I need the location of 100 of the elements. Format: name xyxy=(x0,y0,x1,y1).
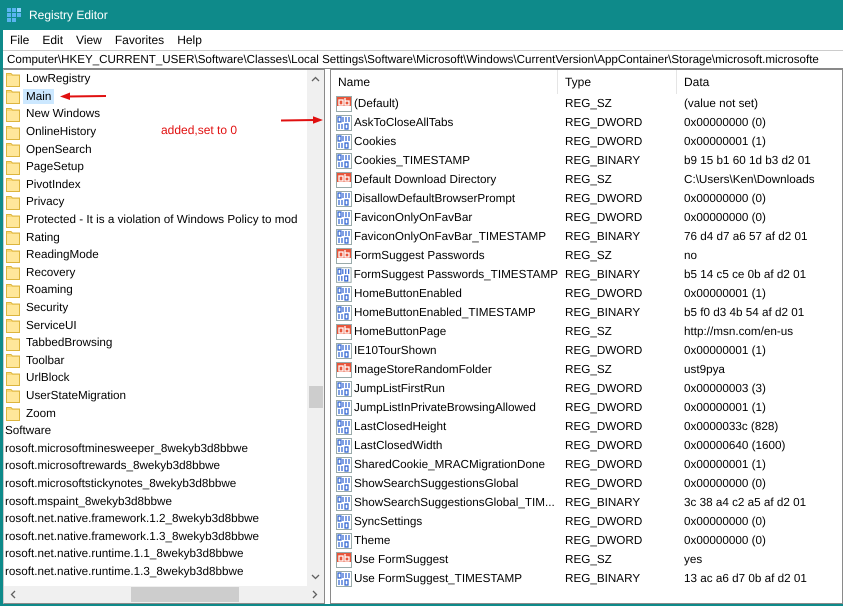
string-value-icon xyxy=(336,362,352,378)
value-name[interactable]: Default Download Directory xyxy=(354,173,496,186)
value-name[interactable]: HomeButtonEnabled xyxy=(354,287,462,300)
binary-value-icon xyxy=(336,266,352,282)
value-name[interactable]: Theme xyxy=(354,534,390,547)
tree-item[interactable]: rosoft.net.native.framework.1.3_8wekyb3d8bbwe xyxy=(4,528,262,544)
tree-item[interactable]: rosoft.net.native.runtime.1.1_8wekyb3d8bbwe xyxy=(4,546,246,562)
column-header[interactable]: Name xyxy=(331,70,558,94)
tree-item[interactable]: Software xyxy=(4,423,54,438)
scrollbar-thumb[interactable] xyxy=(131,587,239,602)
tree-item[interactable]: OpenSearch xyxy=(23,142,95,157)
value-name[interactable]: HomeButtonEnabled_TIMESTAMP xyxy=(354,306,536,319)
registry-icon xyxy=(7,8,21,22)
value-name[interactable]: JumpListInPrivateBrowsingAllowed xyxy=(354,401,536,414)
tree-item[interactable]: UserStateMigration xyxy=(23,388,130,403)
value-name[interactable]: Cookies_TIMESTAMP xyxy=(354,154,470,167)
menu-item[interactable]: Help xyxy=(177,33,202,47)
value-name[interactable]: Cookies xyxy=(354,135,396,148)
tree-item[interactable]: Protected - It is a violation of Windows Policy to mod xyxy=(23,212,301,228)
table-cell-text: REG_DWORD xyxy=(564,420,644,433)
menu-item[interactable]: View xyxy=(76,33,102,47)
horizontal-scrollbar[interactable] xyxy=(4,586,324,603)
value-name[interactable]: DisallowDefaultBrowserPrompt xyxy=(354,192,516,205)
table-cell-text: (value not set) xyxy=(683,97,760,110)
address-bar[interactable]: Computer\HKEY_CURRENT_USER\Software\Classes\Local Settings\Software\Microsoft\Windows\CurrentVersion\AppContainer\Storage\microsoft.microsofte xyxy=(3,50,843,69)
binary-value-icon xyxy=(336,532,352,548)
folder-icon xyxy=(6,370,20,386)
scroll-down-icon[interactable] xyxy=(311,574,320,580)
tree-item[interactable]: PageSetup xyxy=(23,159,87,174)
value-name[interactable]: HomeButtonPage xyxy=(354,325,446,338)
tree-item[interactable]: rosoft.microsoftstickynotes_8wekyb3d8bbwe xyxy=(4,476,240,491)
tree-item[interactable]: rosoft.net.native.runtime.1.3_8wekyb3d8bbwe xyxy=(4,564,246,579)
tree-item[interactable]: LowRegistry xyxy=(23,71,94,86)
table-cell-text: REG_DWORD xyxy=(564,401,644,414)
table-cell-text: REG_DWORD xyxy=(564,439,644,452)
tree-item[interactable]: Recovery xyxy=(23,264,78,280)
value-name[interactable]: LastClosedWidth xyxy=(354,439,442,452)
value-name[interactable]: FormSuggest Passwords_TIMESTAMP xyxy=(354,268,558,281)
tree-item[interactable]: rosoft.microsoftminesweeper_8wekyb3d8bbwe xyxy=(4,440,251,456)
value-name[interactable]: AskToCloseAllTabs xyxy=(354,116,454,129)
value-name[interactable]: JumpListFirstRun xyxy=(354,382,445,395)
folder-icon xyxy=(6,158,20,175)
tree-item[interactable]: Toolbar xyxy=(23,352,68,368)
table-cell-text: C:\Users\Ken\Downloads xyxy=(683,173,816,186)
value-name[interactable]: (Default) xyxy=(354,97,399,110)
table-cell-text: REG_DWORD xyxy=(564,382,644,395)
table-cell-text: REG_DWORD xyxy=(564,458,644,471)
tree-item[interactable]: Privacy xyxy=(23,194,68,210)
table-cell-text: REG_BINARY xyxy=(564,572,642,585)
folder-icon xyxy=(6,334,20,351)
tree-item[interactable]: Zoom xyxy=(23,406,59,421)
value-name[interactable]: FaviconOnlyOnFavBar_TIMESTAMP xyxy=(354,230,546,243)
tree-item[interactable]: Rating xyxy=(23,230,63,245)
tree-item[interactable]: Security xyxy=(23,300,72,316)
value-name[interactable]: LastClosedHeight xyxy=(354,420,446,433)
tree-item[interactable]: Roaming xyxy=(23,282,76,298)
scroll-left-icon[interactable] xyxy=(10,590,16,599)
tree-item[interactable]: OnlineHistory xyxy=(23,124,100,140)
menu-item[interactable]: File xyxy=(10,33,30,47)
table-cell-text: 0x0000033c (828) xyxy=(683,420,780,433)
tree-item[interactable]: New Windows xyxy=(23,106,104,122)
menu-item[interactable]: Favorites xyxy=(114,33,164,47)
table-cell-text: 0x00000001 (1) xyxy=(683,458,767,471)
tree-item[interactable]: ServiceUI xyxy=(23,318,80,333)
folder-icon xyxy=(6,387,20,404)
value-name[interactable]: FormSuggest Passwords xyxy=(354,249,485,262)
folder-icon xyxy=(6,264,20,280)
tree-item[interactable]: rosoft.mspaint_8wekyb3d8bbwe xyxy=(4,494,175,509)
table-cell-text: 13 ac a6 d7 0b af d2 01 xyxy=(683,572,808,585)
vertical-scrollbar[interactable] xyxy=(307,70,324,586)
folder-icon xyxy=(6,106,20,122)
tree-item[interactable]: rosoft.microsoftrewards_8wekyb3d8bbwe xyxy=(4,458,224,474)
tree-item[interactable]: Main xyxy=(23,88,54,104)
tree-item[interactable]: PivotIndex xyxy=(23,176,84,192)
value-name[interactable]: Use FormSuggest xyxy=(354,553,448,566)
value-name[interactable]: IE10TourShown xyxy=(354,344,437,357)
tree-item[interactable]: UrlBlock xyxy=(23,370,73,386)
table-cell-text: b5 14 c5 ce 0b af d2 01 xyxy=(683,268,808,281)
tree-item[interactable]: rosoft.net.native.framework.1.2_8wekyb3d8bbwe xyxy=(4,511,262,526)
value-name[interactable]: FaviconOnlyOnFavBar xyxy=(354,211,472,224)
scrollbar-thumb[interactable] xyxy=(308,386,322,408)
table-cell-text: REG_SZ xyxy=(564,97,613,110)
column-header[interactable]: Type xyxy=(558,70,677,94)
value-name[interactable]: SharedCookie_MRACMigrationDone xyxy=(354,458,545,471)
tree-item[interactable]: TabbedBrowsing xyxy=(23,335,116,350)
tree-item[interactable]: ReadingMode xyxy=(23,247,102,262)
scroll-right-icon[interactable] xyxy=(312,590,318,599)
scroll-up-icon[interactable] xyxy=(311,76,320,82)
binary-value-icon xyxy=(336,476,352,492)
value-name[interactable]: ShowSearchSuggestionsGlobal xyxy=(354,477,518,490)
binary-value-icon xyxy=(336,380,352,396)
table-cell-text: REG_SZ xyxy=(564,553,613,566)
column-header[interactable]: Data xyxy=(677,70,842,94)
value-name[interactable]: ImageStoreRandomFolder xyxy=(354,363,492,376)
table-cell-text: b9 15 b1 60 1d b3 d2 01 xyxy=(683,154,812,167)
menu-item[interactable]: Edit xyxy=(42,33,64,47)
binary-value-icon xyxy=(336,514,352,530)
value-name[interactable]: SyncSettings xyxy=(354,515,422,528)
value-name[interactable]: Use FormSuggest_TIMESTAMP xyxy=(354,572,522,585)
value-name[interactable]: ShowSearchSuggestionsGlobal_TIM... xyxy=(354,496,555,509)
